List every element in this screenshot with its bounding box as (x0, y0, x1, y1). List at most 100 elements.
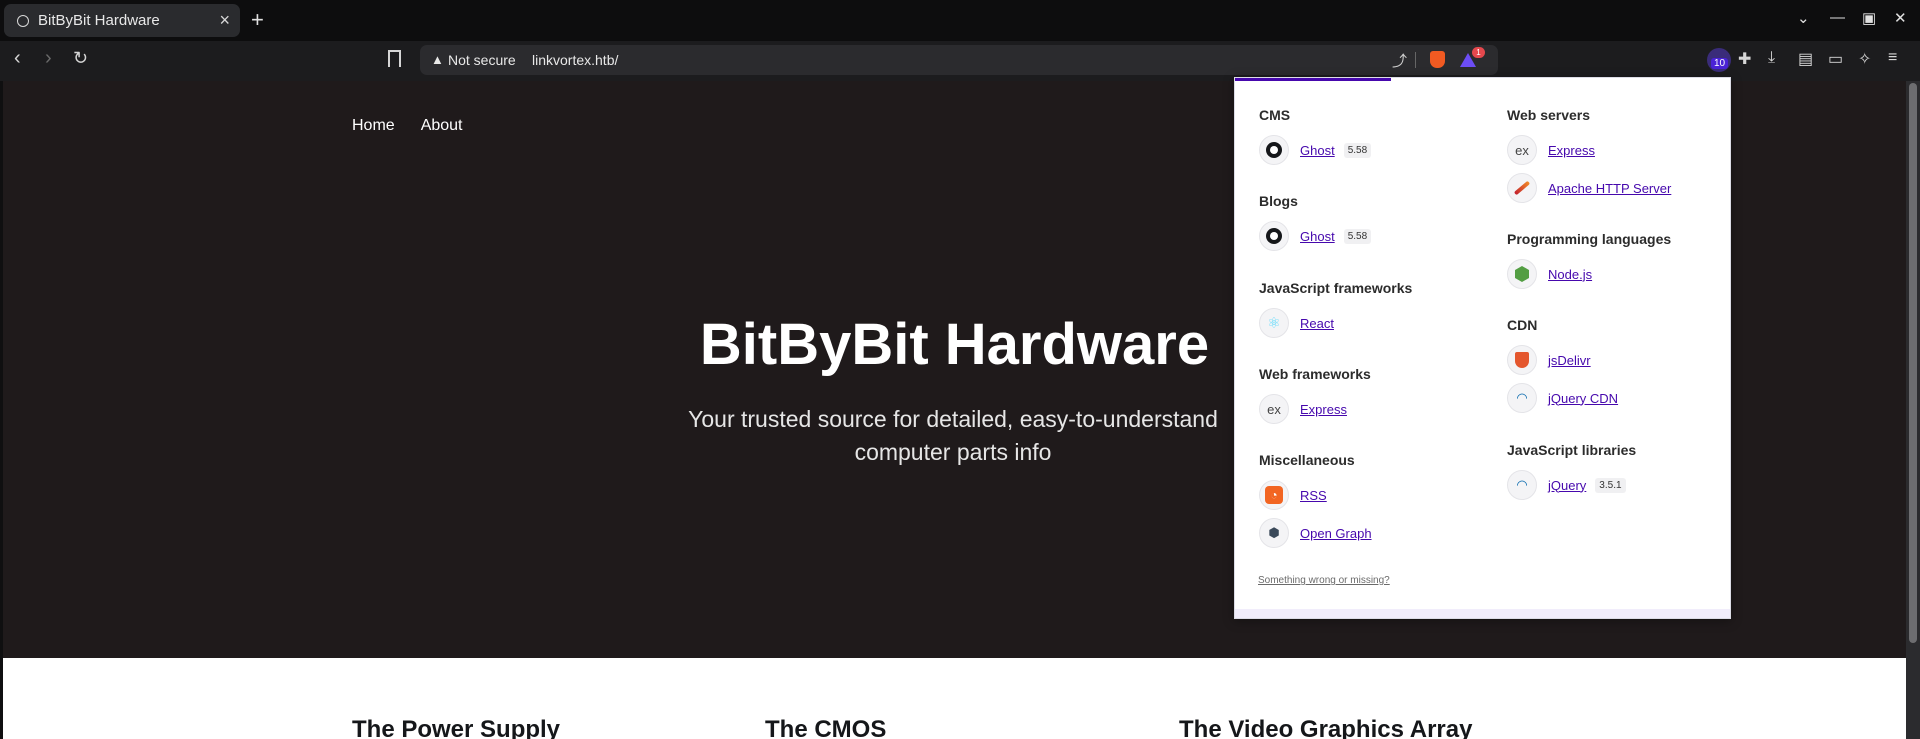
security-label[interactable]: Not secure (448, 52, 516, 68)
tab-list-icon[interactable]: ⌄ (1797, 9, 1810, 27)
category-cms: CMS Ghost 5.58 (1259, 107, 1372, 173)
category-cdn: CDN jsDelivr ◠ jQuery CDN (1507, 317, 1618, 421)
category-title: JavaScript libraries (1507, 442, 1637, 458)
address-divider (1415, 52, 1416, 68)
warning-icon[interactable]: ▲ (431, 52, 444, 67)
browser-toolbar: ‹ › ↻ ▲ Not secure linkvortex.htb/ ⤴ 1 1… (0, 41, 1920, 81)
category-title: Programming languages (1507, 231, 1672, 247)
menu-icon[interactable]: ≡ (1888, 49, 1897, 67)
address-bar[interactable]: ▲ Not secure linkvortex.htb/ ⤴ 1 (420, 45, 1498, 75)
react-icon: ⚛ (1259, 308, 1289, 338)
category-title: CDN (1507, 317, 1538, 333)
nav-home[interactable]: Home (352, 117, 395, 135)
card-title[interactable]: The CMOS (765, 716, 886, 739)
rss-icon: ◔ (1259, 480, 1289, 510)
tech-item[interactable]: ◠ jQuery 3.5.1 (1507, 470, 1636, 500)
back-icon[interactable]: ‹ (14, 47, 21, 70)
hero-description: Your trusted source for detailed, easy-t… (688, 406, 1218, 465)
site-nav: Home About (352, 117, 463, 135)
tech-link[interactable]: Ghost (1300, 143, 1335, 158)
tech-item[interactable]: ◔ RSS (1259, 480, 1372, 510)
tab-title: BitByBit Hardware (38, 12, 160, 29)
tech-link[interactable]: RSS (1300, 488, 1327, 503)
tech-link[interactable]: React (1300, 316, 1334, 331)
category-web-frameworks: Web frameworks ex Express (1259, 366, 1371, 432)
tab-active[interactable]: BitByBit Hardware × (4, 4, 240, 37)
category-programming-languages: Programming languages Node.js (1507, 231, 1671, 297)
category-title: CMS (1259, 107, 1291, 123)
download-icon[interactable]: ⤓ (1768, 49, 1775, 67)
wallet-icon[interactable]: ▭ (1828, 49, 1843, 69)
card-title[interactable]: The Video Graphics Array (1179, 716, 1472, 739)
bookmark-icon[interactable] (388, 50, 401, 67)
tech-link[interactable]: Apache HTTP Server (1548, 181, 1671, 196)
category-title: Web servers (1507, 107, 1591, 123)
tech-version: 5.58 (1343, 142, 1372, 158)
tech-link[interactable]: jsDelivr (1548, 353, 1591, 368)
tech-version: 5.58 (1343, 228, 1372, 244)
tech-item[interactable]: Apache HTTP Server (1507, 173, 1671, 203)
tech-item[interactable]: ◠ jQuery CDN (1507, 383, 1618, 413)
forward-icon[interactable]: › (45, 47, 52, 70)
nodejs-icon (1507, 259, 1537, 289)
popup-footer (1235, 609, 1730, 618)
tech-link[interactable]: Express (1548, 143, 1595, 158)
new-tab-button[interactable]: + (251, 7, 264, 33)
feedback-link[interactable]: Something wrong or missing? (1258, 575, 1390, 586)
tech-link[interactable]: Ghost (1300, 229, 1335, 244)
tech-link[interactable]: Node.js (1548, 267, 1592, 282)
close-window-icon[interactable]: ✕ (1894, 9, 1907, 27)
tech-link[interactable]: Open Graph (1300, 526, 1372, 541)
category-title: Blogs (1259, 193, 1298, 209)
maximize-icon[interactable]: ▣ (1862, 9, 1876, 27)
jquery-icon: ◠ (1507, 470, 1537, 500)
rewards-badge: 1 (1472, 47, 1485, 58)
category-web-servers: Web servers ex Express Apache HTTP Serve… (1507, 107, 1671, 211)
category-title: Web frameworks (1259, 366, 1371, 382)
express-icon: ex (1259, 394, 1289, 424)
category-javascript-libraries: JavaScript libraries ◠ jQuery 3.5.1 (1507, 442, 1636, 508)
card-title[interactable]: The Power Supply (352, 716, 560, 739)
active-tab-indicator (1235, 78, 1391, 81)
express-icon: ex (1507, 135, 1537, 165)
reload-icon[interactable]: ↻ (73, 48, 88, 69)
ghost-icon (1259, 135, 1289, 165)
share-icon[interactable]: ⤴ (1392, 50, 1407, 71)
wappalyzer-count-badge: 10 (1711, 58, 1729, 69)
nav-about[interactable]: About (421, 117, 463, 135)
brave-shields-icon[interactable] (1430, 51, 1445, 68)
tech-item[interactable]: Ghost 5.58 (1259, 221, 1372, 251)
open-graph-icon: ⬢ (1259, 518, 1289, 548)
post-cards: The Power Supply The CMOS The Video Grap… (3, 658, 1906, 739)
url-text[interactable]: linkvortex.htb/ (532, 52, 618, 68)
globe-icon (17, 14, 29, 27)
category-blogs: Blogs Ghost 5.58 (1259, 193, 1372, 259)
tech-item[interactable]: ⬢ Open Graph (1259, 518, 1372, 548)
tech-link[interactable]: jQuery CDN (1548, 391, 1618, 406)
tech-item[interactable]: ⚛ React (1259, 308, 1412, 338)
jsdelivr-icon (1507, 345, 1537, 375)
tech-version: 3.5.1 (1595, 477, 1626, 493)
scrollbar-thumb[interactable] (1909, 83, 1917, 643)
leo-ai-icon[interactable]: ✧ (1858, 49, 1871, 69)
extensions-icon[interactable]: ✚ (1738, 49, 1751, 69)
tech-link[interactable]: jQuery (1548, 478, 1586, 493)
category-javascript-frameworks: JavaScript frameworks ⚛ React (1259, 280, 1412, 346)
tech-item[interactable]: ex Express (1259, 394, 1371, 424)
minimize-icon[interactable]: — (1830, 9, 1845, 26)
tech-link[interactable]: Express (1300, 402, 1347, 417)
category-miscellaneous: Miscellaneous ◔ RSS ⬢ Open Graph (1259, 452, 1372, 556)
close-tab-icon[interactable]: × (219, 10, 230, 31)
jquery-icon: ◠ (1507, 383, 1537, 413)
category-title: JavaScript frameworks (1259, 280, 1413, 296)
tech-item[interactable]: Ghost 5.58 (1259, 135, 1372, 165)
category-title: Miscellaneous (1259, 452, 1355, 468)
ghost-icon (1259, 221, 1289, 251)
tech-item[interactable]: ex Express (1507, 135, 1671, 165)
sidebar-icon[interactable]: ▤ (1798, 49, 1813, 69)
tech-item[interactable]: jsDelivr (1507, 345, 1618, 375)
tab-bar: BitByBit Hardware × + ⌄ — ▣ ✕ (0, 0, 1920, 41)
wappalyzer-popup: CMS Ghost 5.58 Blogs Ghost 5.58 JavaScri… (1234, 77, 1731, 619)
apache-icon (1507, 173, 1537, 203)
tech-item[interactable]: Node.js (1507, 259, 1671, 289)
